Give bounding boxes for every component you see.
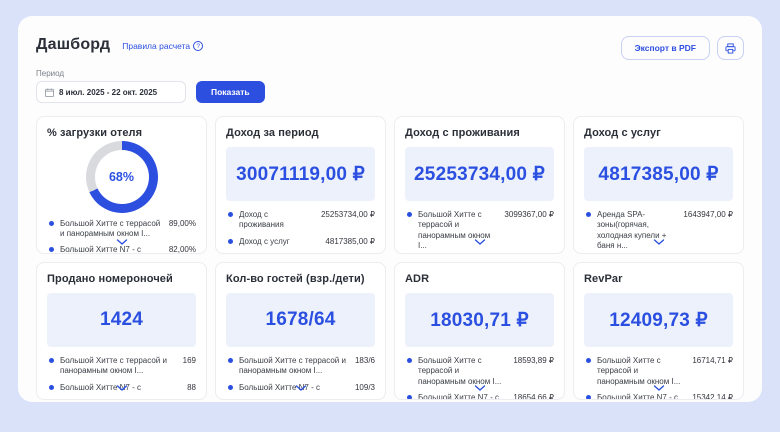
expand-chevron-down-icon[interactable] — [647, 376, 670, 398]
export-pdf-button[interactable]: Экспорт в PDF — [621, 36, 710, 60]
metrics-grid: % загрузки отеля 68% Большой Хитте с тер… — [36, 116, 744, 400]
bullet-icon — [228, 358, 233, 363]
metric-value: 12409,73 ₽ — [609, 309, 708, 332]
card-revpar: RevPar 12409,73 ₽ Большой Хитте с террас… — [573, 262, 744, 400]
bullet-icon — [228, 212, 233, 217]
metric-value: 18030,71 ₽ — [430, 309, 529, 332]
bullet-icon — [49, 358, 54, 363]
card-title: Доход с проживания — [405, 127, 554, 139]
metric-value: 4817385,00 ₽ — [598, 163, 718, 186]
card-lodging-revenue: Доход с проживания 25253734,00 ₽ Большой… — [394, 116, 565, 254]
bullet-icon — [49, 221, 54, 226]
expand-chevron-down-icon[interactable] — [468, 376, 491, 398]
metric-value: 30071119,00 ₽ — [236, 163, 365, 186]
card-occupancy: % загрузки отеля 68% Большой Хитте с тер… — [36, 116, 207, 254]
bullet-icon — [586, 212, 591, 217]
card-title: % загрузки отеля — [47, 127, 196, 139]
printer-icon — [725, 43, 736, 54]
expand-chevron-down-icon[interactable] — [110, 376, 133, 398]
dashboard-panel: Дашборд Правила расчета ? Экспорт в PDF … — [18, 16, 762, 402]
card-title: Доход за период — [226, 127, 375, 139]
page-title: Дашборд — [36, 36, 110, 54]
print-button[interactable] — [717, 36, 744, 60]
expand-chevron-down-icon[interactable] — [468, 230, 491, 252]
rules-link-label: Правила расчета — [122, 41, 190, 51]
period-label: Период — [36, 69, 744, 78]
calculation-rules-link[interactable]: Правила расчета ? — [122, 41, 203, 51]
card-title: Доход с услуг — [584, 127, 733, 139]
calendar-icon — [45, 88, 54, 97]
date-range-value: 8 июл. 2025 - 22 окт. 2025 — [59, 88, 157, 97]
metric-value: 25253734,00 ₽ — [414, 163, 545, 186]
period-filter: Период 8 июл. 2025 - 22 окт. 2025 Показа… — [36, 69, 744, 103]
card-title: Продано номероночей — [47, 273, 196, 285]
card-adr: ADR 18030,71 ₽ Большой Хитте с террасой … — [394, 262, 565, 400]
card-title: ADR — [405, 273, 554, 285]
header: Дашборд Правила расчета ? Экспорт в PDF — [36, 36, 744, 60]
bullet-icon — [407, 212, 412, 217]
expand-chevron-down-icon[interactable] — [110, 230, 133, 252]
bullet-icon — [49, 385, 54, 390]
card-period-revenue: Доход за период 30071119,00 ₽ Доход с пр… — [215, 116, 386, 254]
show-button[interactable]: Показать — [196, 81, 265, 103]
expand-chevron-down-icon[interactable] — [647, 230, 670, 252]
bullet-icon — [586, 358, 591, 363]
bullet-icon — [407, 358, 412, 363]
occupancy-percent-label: 68% — [109, 170, 134, 184]
list-item: Доход с услуг 4817385,00 ₽ — [226, 237, 375, 247]
list-item: Большой Хитте с террасой и панорамным ок… — [47, 356, 196, 377]
bullet-icon — [49, 247, 54, 252]
metric-value: 1424 — [100, 309, 143, 331]
bullet-icon — [228, 385, 233, 390]
help-icon[interactable]: ? — [193, 41, 203, 51]
card-guest-count: Кол-во гостей (взр./дети) 1678/64 Большо… — [215, 262, 386, 400]
bullet-icon — [586, 395, 591, 400]
card-room-nights: Продано номероночей 1424 Большой Хитте с… — [36, 262, 207, 400]
metric-value: 1678/64 — [265, 309, 335, 331]
card-title: RevPar — [584, 273, 733, 285]
occupancy-donut-chart: 68% — [86, 141, 158, 213]
card-title: Кол-во гостей (взр./дети) — [226, 273, 375, 285]
bullet-icon — [228, 239, 233, 244]
expand-chevron-down-icon[interactable] — [289, 376, 312, 398]
list-item: Доход с проживания 25253734,00 ₽ — [226, 210, 375, 231]
date-range-input[interactable]: 8 июл. 2025 - 22 окт. 2025 — [36, 81, 186, 103]
list-item: Большой Хитте с террасой и панорамным ок… — [226, 356, 375, 377]
bullet-icon — [407, 395, 412, 400]
card-services-revenue: Доход с услуг 4817385,00 ₽ Аренда SPA-зо… — [573, 116, 744, 254]
